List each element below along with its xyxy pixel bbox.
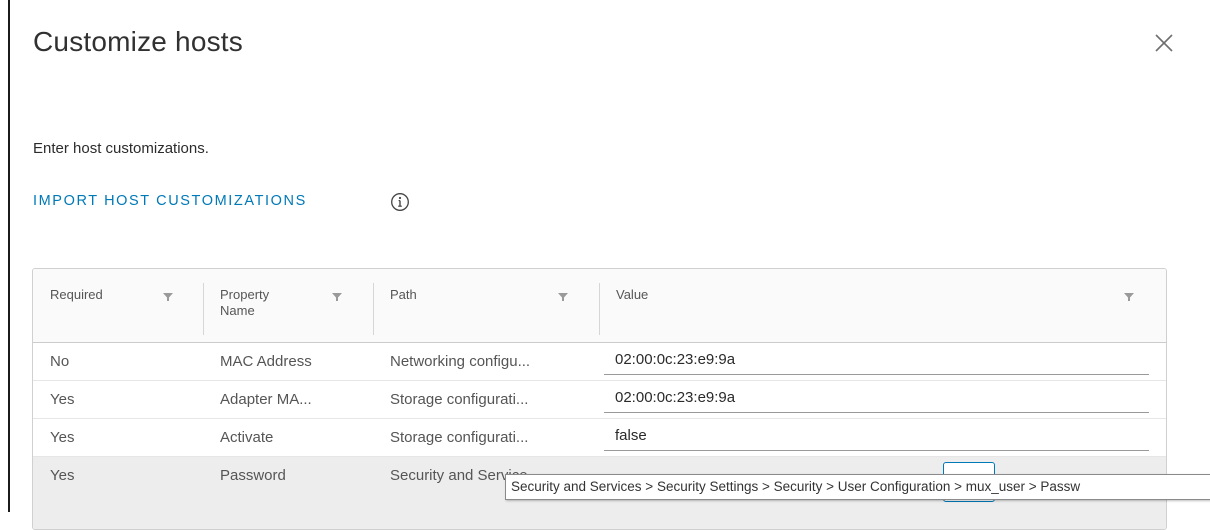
column-label-required: Required <box>50 287 103 302</box>
column-separator <box>599 283 600 335</box>
value-input[interactable]: 02:00:0c:23:e9:9a <box>604 343 1149 375</box>
table-row[interactable]: Yes Adapter MA... Storage configurati...… <box>33 381 1166 419</box>
import-host-customizations-link[interactable]: IMPORT HOST CUSTOMIZATIONS <box>33 193 307 209</box>
cell-property-name: Activate <box>220 429 274 446</box>
column-label-value: Value <box>616 287 649 302</box>
window-left-border <box>8 0 10 512</box>
column-header-required[interactable]: Required <box>33 269 203 342</box>
close-icon[interactable] <box>1151 30 1177 56</box>
table-row[interactable]: Yes Activate Storage configurati... fals… <box>33 419 1166 457</box>
column-separator <box>203 283 204 335</box>
column-header-path[interactable]: Path <box>373 269 599 342</box>
column-label-property-name: Property Name <box>220 287 270 318</box>
grid-header: Required Property Name Path Value <box>33 269 1166 343</box>
column-label-path: Path <box>390 287 417 302</box>
filter-icon[interactable] <box>162 290 174 302</box>
column-header-value[interactable]: Value <box>599 269 1166 342</box>
column-header-property-name[interactable]: Property Name <box>203 269 373 342</box>
cell-path: Storage configurati... <box>390 391 529 408</box>
cell-required: No <box>50 353 70 370</box>
value-input[interactable]: false <box>604 419 1149 451</box>
cell-required: Yes <box>50 467 75 484</box>
cell-path: Storage configurati... <box>390 429 529 446</box>
cell-required: Yes <box>50 391 75 408</box>
path-tooltip: Security and Services > Security Setting… <box>505 474 1210 500</box>
dialog-instructions: Enter host customizations. <box>33 140 209 157</box>
cell-property-name: MAC Address <box>220 353 312 370</box>
dialog-title: Customize hosts <box>33 26 243 57</box>
cell-required: Yes <box>50 429 75 446</box>
table-row[interactable]: No MAC Address Networking configu... 02:… <box>33 343 1166 381</box>
filter-icon[interactable] <box>1123 290 1135 302</box>
cell-property-name: Password <box>220 467 286 484</box>
value-input[interactable]: 02:00:0c:23:e9:9a <box>604 381 1149 413</box>
cell-property-name: Adapter MA... <box>220 391 312 408</box>
filter-icon[interactable] <box>331 290 343 302</box>
info-icon[interactable] <box>390 192 410 212</box>
column-separator <box>373 283 374 335</box>
filter-icon[interactable] <box>557 290 569 302</box>
cell-path: Networking configu... <box>390 353 531 370</box>
